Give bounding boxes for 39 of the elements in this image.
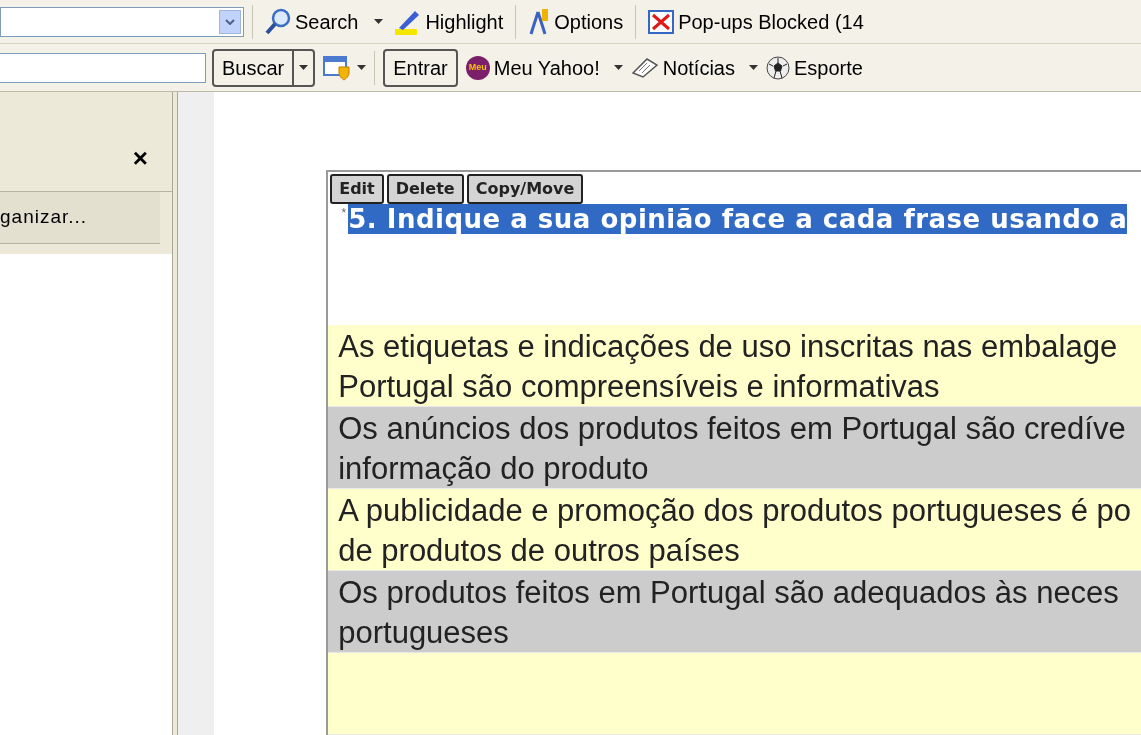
required-mark: *: [340, 205, 348, 222]
search-icon: [265, 7, 291, 36]
caret-icon: [299, 65, 309, 70]
statement-text: Portugal são compreensíveis e informativas: [338, 368, 941, 406]
popups-blocked-button[interactable]: Pop-ups Blocked (14: [644, 6, 868, 37]
search-button[interactable]: Search: [261, 6, 363, 37]
logo-icon: Meu: [465, 55, 490, 80]
address-combo[interactable]: [0, 6, 244, 37]
close-button[interactable]: ×: [132, 145, 148, 171]
toolbar-link[interactable]: Notícias: [628, 52, 737, 83]
dropdown-button[interactable]: [219, 9, 241, 34]
toolbar-button[interactable]: Edit: [330, 174, 384, 204]
toolbar-link[interactable]: Meu Meu Yahoo!: [463, 52, 602, 83]
statement-text: de produtos de outros países: [338, 532, 741, 570]
signin-button[interactable]: Entrar: [383, 48, 458, 87]
soccer-ball-icon: [766, 55, 790, 80]
toolbar-link[interactable]: Esporte: [764, 52, 865, 83]
options-button[interactable]: Options: [524, 6, 628, 37]
caret-icon: [357, 65, 367, 70]
chevron-down-icon: [225, 18, 235, 25]
caret-icon: [374, 19, 384, 24]
statement-text: Os produtos feitos em Portugal são adequados às neces: [338, 574, 1120, 612]
tools-icon: [528, 7, 551, 36]
newspaper-icon: [630, 56, 659, 79]
statement-text: A publicidade e promoção dos produtos portugueses é po: [338, 492, 1131, 530]
side-panel-item[interactable]: ganizar...: [0, 192, 160, 244]
toolbar-button[interactable]: Copy/Move: [466, 174, 584, 204]
security-dropdown-button[interactable]: [323, 54, 367, 81]
toolbar-button[interactable]: Delete: [386, 174, 464, 204]
blocked-window-icon: [648, 9, 675, 34]
caret-icon: [749, 65, 758, 70]
caret-icon: [613, 65, 623, 70]
highlight-button[interactable]: Highlight: [391, 6, 508, 37]
statement-text: As etiquetas e indicações de uso inscritas nas embalage: [338, 328, 1119, 366]
statement-text: Os anúncios dos produtos feitos em Portugal são credíve: [338, 410, 1127, 448]
statement-text: portugueses: [338, 614, 510, 652]
search-field[interactable]: [0, 52, 206, 83]
question-title: 5. Indique a sua opinião face a cada frase usando a: [348, 204, 1128, 234]
statement-text: informação do produto: [338, 450, 650, 488]
